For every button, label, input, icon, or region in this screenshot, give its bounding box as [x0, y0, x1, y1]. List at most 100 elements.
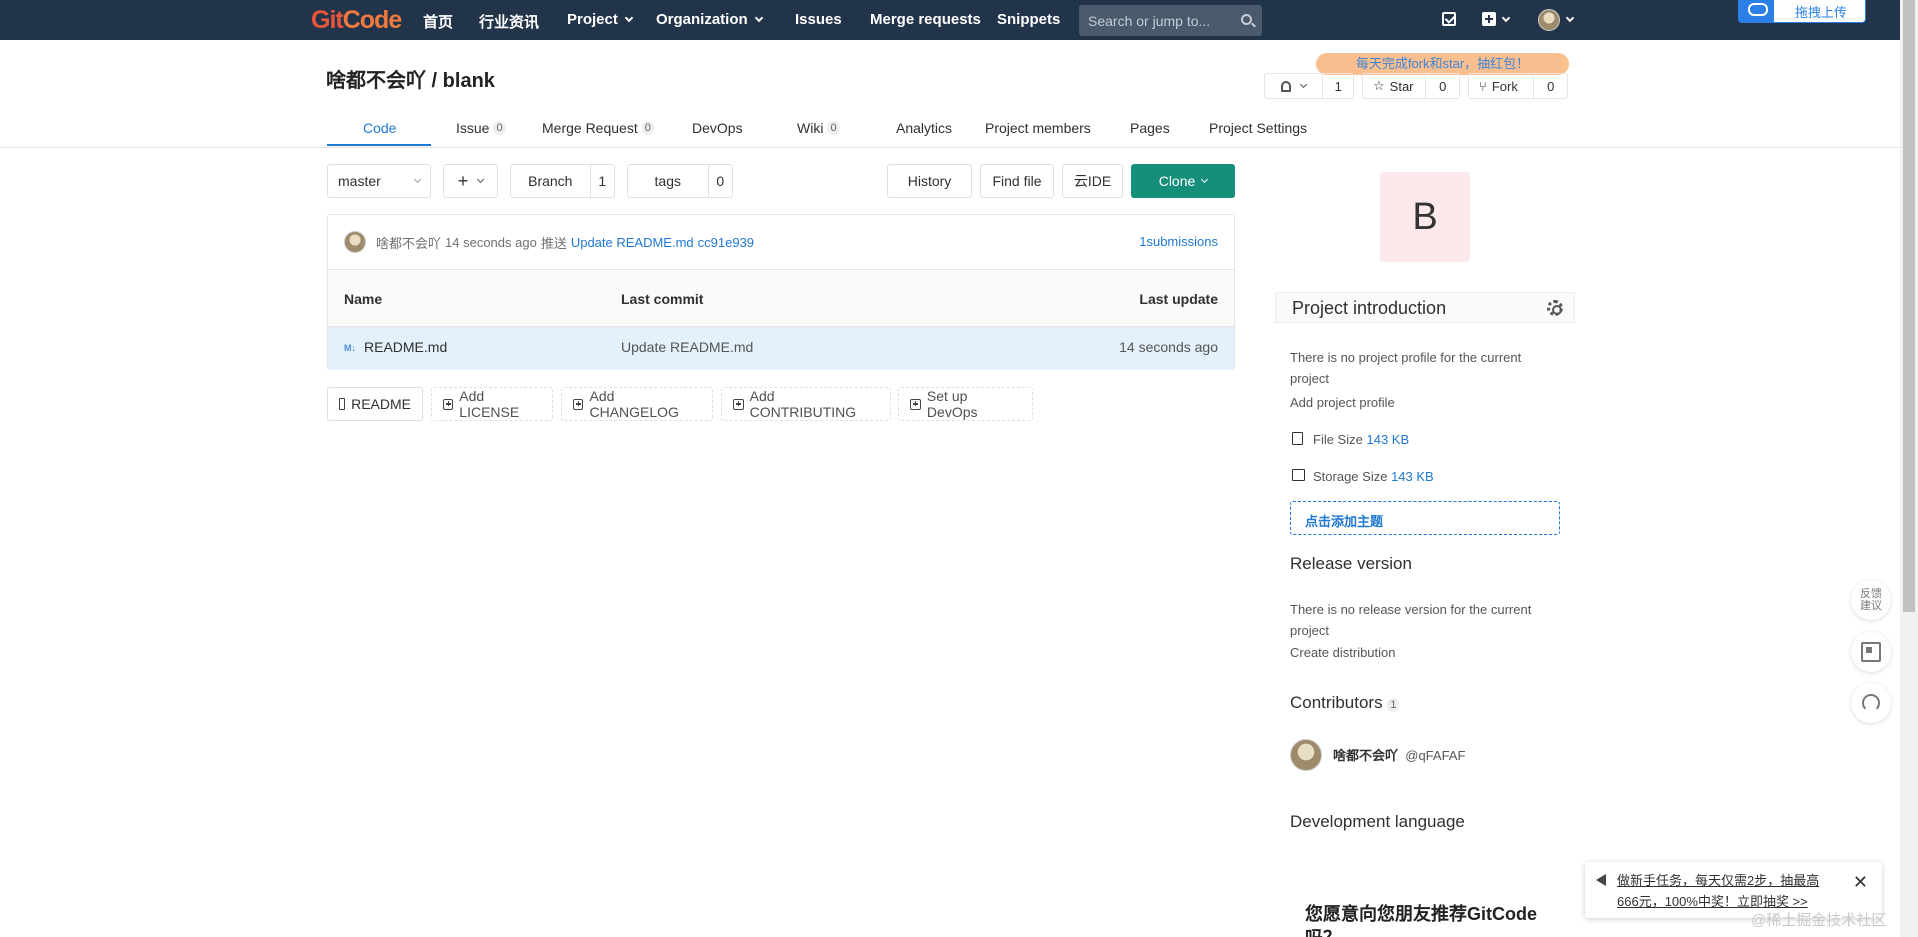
- commit-time: 14 seconds ago: [445, 234, 537, 250]
- cloud-ide-button[interactable]: 云IDE: [1062, 164, 1123, 198]
- column-last-commit: Last commit: [621, 291, 704, 307]
- table-header: Name Last commit Last update: [328, 270, 1234, 327]
- fork-label: Fork: [1491, 78, 1518, 94]
- contributors-heading: Contributors 1: [1290, 693, 1400, 713]
- chevron-down-icon[interactable]: [1501, 13, 1511, 23]
- watermark: @稀土掘金技术社区: [1751, 912, 1887, 929]
- notification-text[interactable]: 做新手任务，每天仅需2步，抽最高666元，100%中奖！立即抽奖 >>: [1617, 873, 1819, 909]
- add-dropdown-button[interactable]: +: [443, 164, 498, 198]
- promo-banner[interactable]: 每天完成fork和star，抽红包！: [1316, 53, 1569, 75]
- add-license-button[interactable]: Add LICENSE: [431, 387, 553, 421]
- close-icon[interactable]: ✕: [1853, 872, 1868, 893]
- column-name: Name: [344, 291, 383, 307]
- column-last-update: Last update: [1139, 291, 1218, 307]
- last-commit-row: 啥都不会吖 14 seconds ago 推送 Update README.md…: [328, 215, 1234, 270]
- add-topic-button[interactable]: 点击添加主题: [1290, 501, 1560, 535]
- plus-icon: +: [457, 170, 469, 191]
- readme-button[interactable]: README: [327, 387, 423, 421]
- history-button[interactable]: History: [887, 164, 972, 198]
- commit-message-link[interactable]: Update README.md: [571, 235, 694, 250]
- intro-title: Project introduction: [1292, 298, 1447, 318]
- active-tab-indicator: [327, 144, 431, 146]
- markdown-file-icon: M↓: [344, 343, 356, 353]
- wiki-count-badge: 0: [827, 121, 840, 135]
- tab-pages[interactable]: Pages: [1130, 120, 1170, 136]
- feedback-button[interactable]: 反馈建议: [1851, 580, 1891, 620]
- nav-merge-requests[interactable]: Merge requests: [870, 11, 981, 28]
- commit-author-avatar[interactable]: [344, 231, 366, 253]
- add-file-icon: [573, 398, 584, 410]
- fork-button[interactable]: ⑂ Fork 0: [1468, 73, 1568, 99]
- chevron-down-icon: [477, 175, 485, 184]
- todo-icon[interactable]: [1442, 12, 1456, 26]
- qr-code-button[interactable]: [1851, 632, 1891, 672]
- project-tabs: Code Issue 0 Merge Request 0 DevOps Wiki 0 …: [0, 112, 1900, 148]
- chevron-down-icon[interactable]: [1565, 13, 1575, 23]
- file-browser: 啥都不会吖 14 seconds ago 推送 Update README.md…: [327, 214, 1235, 370]
- tags-count: 0: [716, 173, 725, 189]
- tab-issue[interactable]: Issue 0: [456, 120, 506, 136]
- file-name-link[interactable]: README.md: [364, 339, 447, 355]
- tags-button[interactable]: tags 0: [627, 164, 733, 198]
- branch-select[interactable]: master: [327, 164, 431, 198]
- tab-project-settings[interactable]: Project Settings: [1209, 120, 1307, 136]
- nav-snippets[interactable]: Snippets: [997, 11, 1060, 28]
- branch-count: 1: [598, 173, 607, 189]
- find-file-button[interactable]: Find file: [980, 164, 1054, 198]
- storage-size-row: Storage Size 143 KB: [1313, 469, 1434, 484]
- create-distribution-link[interactable]: Create distribution: [1290, 642, 1396, 663]
- branch-button[interactable]: Branch 1: [510, 164, 615, 198]
- submissions-link[interactable]: 1submissions: [1139, 234, 1218, 249]
- new-plus-icon[interactable]: [1482, 12, 1496, 26]
- qr-code-icon: [1861, 642, 1881, 662]
- chevron-down-icon: [754, 13, 763, 22]
- contributor-avatar[interactable]: [1290, 739, 1322, 771]
- notify-count: 1: [1334, 78, 1342, 94]
- issue-count-badge: 0: [493, 121, 506, 135]
- scrollbar-thumb[interactable]: [1903, 0, 1915, 612]
- nav-home[interactable]: 首页: [423, 11, 453, 32]
- notification-button[interactable]: 1: [1264, 73, 1354, 99]
- contributor-row[interactable]: 啥都不会吖 @qFAFAF: [1333, 745, 1465, 766]
- tab-wiki[interactable]: Wiki 0: [797, 120, 840, 136]
- mr-count-badge: 0: [641, 121, 654, 135]
- project-avatar: B: [1380, 172, 1470, 262]
- star-count: 0: [1439, 78, 1447, 94]
- clone-button[interactable]: Clone: [1131, 164, 1235, 198]
- user-avatar[interactable]: [1538, 9, 1560, 31]
- search-icon: [1241, 14, 1252, 25]
- commit-sha-link[interactable]: cc91e939: [698, 235, 754, 250]
- nav-issues[interactable]: Issues: [795, 11, 842, 28]
- cloud-upload-icon[interactable]: [1738, 0, 1774, 23]
- add-profile-link[interactable]: Add project profile: [1290, 392, 1395, 413]
- tab-merge-request[interactable]: Merge Request 0: [542, 120, 654, 136]
- bell-icon: [1281, 80, 1292, 92]
- table-row[interactable]: M↓ README.md Update README.md 14 seconds…: [328, 327, 1234, 370]
- top-navbar: GitCode 首页 行业资讯 Project Organization Iss…: [0, 0, 1900, 40]
- chevron-down-icon: [413, 175, 422, 184]
- tab-code[interactable]: Code: [363, 120, 396, 136]
- gitcode-logo[interactable]: GitCode: [311, 6, 402, 35]
- add-contributing-button[interactable]: Add CONTRIBUTING: [721, 387, 891, 421]
- commit-author[interactable]: 啥都不会吖: [376, 233, 441, 252]
- chevron-down-icon: [1300, 80, 1308, 89]
- tab-analytics[interactable]: Analytics: [896, 120, 952, 136]
- nav-project-dropdown[interactable]: Project: [567, 11, 634, 28]
- file-last-commit[interactable]: Update README.md: [621, 339, 753, 355]
- add-file-icon: [733, 398, 744, 410]
- nav-organization-dropdown[interactable]: Organization: [656, 11, 763, 28]
- no-release-text: There is no release version for the curr…: [1290, 602, 1532, 638]
- headset-icon: [1862, 694, 1880, 712]
- tab-devops[interactable]: DevOps: [692, 120, 743, 136]
- add-file-icon: [910, 398, 921, 410]
- gear-icon[interactable]: [1547, 300, 1563, 316]
- tab-project-members[interactable]: Project members: [985, 120, 1091, 136]
- customer-service-button[interactable]: [1851, 683, 1891, 723]
- search-input[interactable]: Search or jump to...: [1079, 5, 1262, 36]
- setup-devops-button[interactable]: Set up DevOps: [898, 387, 1033, 421]
- nav-news[interactable]: 行业资讯: [479, 11, 539, 32]
- commit-action: 推送: [540, 235, 567, 251]
- branch-label: Branch: [511, 165, 591, 197]
- add-changelog-button[interactable]: Add CHANGELOG: [561, 387, 713, 421]
- star-button[interactable]: ☆ Star 0: [1362, 73, 1460, 99]
